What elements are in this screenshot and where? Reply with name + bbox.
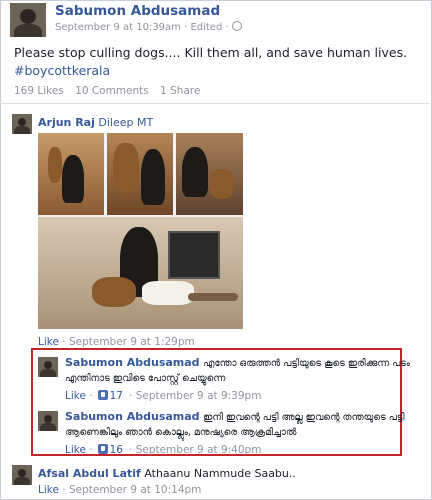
comment-time[interactable]: September 9 at 10:14pm bbox=[69, 484, 201, 496]
like-button[interactable]: Like bbox=[38, 336, 59, 348]
comment-avatar[interactable] bbox=[12, 114, 32, 134]
person-figure bbox=[141, 149, 165, 205]
photo-tile[interactable] bbox=[107, 133, 173, 215]
comment-line: എന്തിനാട ഇവിടെ പോസ്റ്റ് ചെയ്യുന്നെ bbox=[65, 373, 225, 384]
comment-author[interactable]: Afsal Abdul Latif bbox=[38, 467, 141, 480]
photo-tile[interactable] bbox=[38, 133, 104, 215]
shares-count[interactable]: 1 Share bbox=[160, 85, 200, 97]
comment-text: ഇനി ഇവന്റെ പട്ടി അല്ല ഇവന്റെ തന്തയുടെ പട… bbox=[203, 412, 405, 423]
comment-actions: Like · September 9 at 10:14pm bbox=[38, 484, 202, 496]
like-button[interactable]: Like bbox=[38, 484, 59, 496]
thumbs-up-icon bbox=[97, 390, 108, 400]
dog-figure bbox=[210, 169, 234, 199]
comment-photo-collage[interactable] bbox=[38, 133, 243, 329]
like-count[interactable]: 16 bbox=[110, 444, 123, 456]
comment-line: Sabumon Abdusamad ഇനി ഇവന്റെ പട്ടി അല്ല … bbox=[65, 410, 405, 423]
comment-text: ആണെങ്കിലും ഞാൻ കൊല്ലും, മനുഷ്യരെ ആക്രമിച… bbox=[65, 427, 297, 438]
comment-line: ആണെങ്കിലും ഞാൻ കൊല്ലും, മനുഷ്യരെ ആക്രമിച… bbox=[65, 427, 296, 438]
dog-figure bbox=[48, 147, 62, 183]
like-count[interactable]: 17 bbox=[110, 390, 123, 402]
comments-count[interactable]: 10 Comments bbox=[75, 85, 149, 97]
post-body: Please stop culling dogs.... Kill them a… bbox=[14, 44, 414, 80]
like-button[interactable]: Like bbox=[65, 390, 86, 402]
person-figure bbox=[182, 147, 208, 197]
post-timestamp[interactable]: September 9 at 10:39am · Edited · bbox=[55, 22, 229, 33]
legs-shape bbox=[188, 293, 238, 301]
comment-author[interactable]: Arjun Raj bbox=[38, 116, 95, 129]
comment-text: എന്തിനാട ഇവിടെ പോസ്റ്റ് ചെയ്യുന്നെ bbox=[65, 373, 226, 384]
divider bbox=[0, 103, 430, 104]
shorts-shape bbox=[142, 281, 194, 305]
post-stats: 169 Likes 10 Comments 1 Share bbox=[14, 85, 208, 97]
comment-line: Arjun Raj Dileep MT bbox=[38, 116, 153, 129]
comment-time[interactable]: September 9 at 9:40pm bbox=[136, 444, 262, 456]
photo-main[interactable] bbox=[38, 217, 243, 329]
comment-author[interactable]: Sabumon Abdusamad bbox=[65, 410, 200, 423]
comment-avatar[interactable] bbox=[38, 357, 58, 377]
comment-author[interactable]: Sabumon Abdusamad bbox=[65, 356, 200, 369]
post-text: Please stop culling dogs.... Kill them a… bbox=[14, 45, 408, 60]
comment-text: എന്തോ ഒരുത്തൻ പട്ടിയുടെ കൂടെ ഇരിക്കുന്ന … bbox=[203, 358, 410, 369]
thumbs-up-icon bbox=[97, 444, 108, 454]
comment-actions: Like · 16 · September 9 at 9:40pm bbox=[65, 444, 262, 456]
tv-screen bbox=[168, 231, 220, 279]
post-author[interactable]: Sabumon Abdusamad bbox=[55, 3, 220, 19]
comment-line: Afsal Abdul Latif Athaanu Nammude Saabu.… bbox=[38, 467, 296, 480]
comment-time[interactable]: September 9 at 1:29pm bbox=[69, 336, 195, 348]
comment-tag[interactable]: Dileep MT bbox=[98, 116, 153, 129]
comment-line: Sabumon Abdusamad എന്തോ ഒരുത്തൻ പട്ടിയുട… bbox=[65, 356, 410, 369]
dog-figure bbox=[92, 277, 136, 307]
comment-text: Athaanu Nammude Saabu.. bbox=[144, 467, 296, 480]
likes-count[interactable]: 169 Likes bbox=[14, 85, 64, 97]
photo-tile[interactable] bbox=[176, 133, 243, 215]
comment-avatar[interactable] bbox=[38, 411, 58, 431]
post-meta: September 9 at 10:39am · Edited · bbox=[55, 21, 242, 33]
like-button[interactable]: Like bbox=[65, 444, 86, 456]
globe-icon bbox=[231, 21, 242, 31]
comment-avatar[interactable] bbox=[12, 465, 32, 485]
comment-time[interactable]: September 9 at 9:39pm bbox=[136, 390, 262, 402]
author-avatar[interactable] bbox=[10, 3, 46, 37]
hashtag-link[interactable]: #boycottkerala bbox=[14, 63, 110, 78]
comment-actions: Like · September 9 at 1:29pm bbox=[38, 336, 195, 348]
person-figure bbox=[62, 155, 84, 203]
comment-actions: Like · 17 · September 9 at 9:39pm bbox=[65, 390, 262, 402]
dog-figure bbox=[113, 143, 139, 193]
